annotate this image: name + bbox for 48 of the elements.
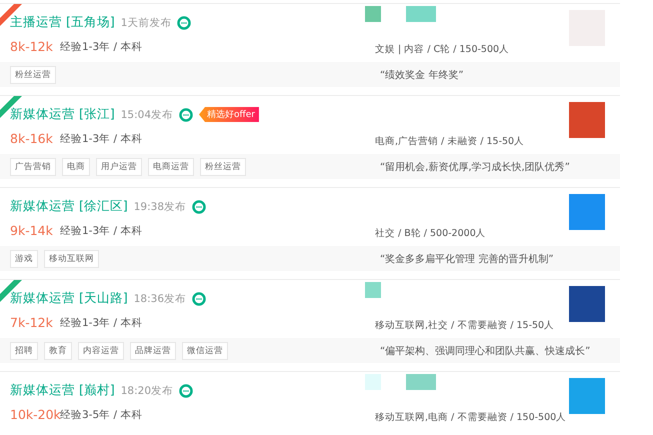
requirements: 经验1-3年 / 本科: [60, 316, 142, 330]
tag: 电商运营: [148, 158, 194, 176]
benefits: “留用机会,薪资优厚,学习成长快,团队优秀”: [379, 160, 570, 174]
tag: 移动互联网: [44, 250, 99, 268]
chat-icon[interactable]: [179, 108, 193, 122]
tag: 内容运营: [78, 342, 124, 360]
salary: 8k-16k: [10, 131, 54, 146]
tag: 微信运营: [182, 342, 228, 360]
company-info: 电商,广告营销 / 未融资 / 15-50人: [375, 135, 526, 148]
posted-time: 15:04发布: [120, 108, 173, 122]
job-card[interactable]: 主播运营 [五角场] 1天前发布 8k-12k 经验1-3年 / 本科 文娱 | 内容 / C轮 / 150-500人 粉丝运营 “绩效奖金 年终奖”: [0, 3, 620, 87]
benefits: “偏平架构、强调同理心和团队共赢、快速成长”: [379, 344, 590, 358]
chat-icon[interactable]: [177, 16, 192, 30]
salary: 8k-12k: [10, 39, 54, 54]
posted-time: 18:36发布: [134, 292, 186, 306]
tag: 游戏: [10, 250, 38, 268]
posted-time: 1天前发布: [120, 16, 172, 30]
tag: 品牌运营: [130, 342, 176, 360]
company-info: 社交 / B轮 / 500-2000人: [375, 227, 487, 240]
posted-time: 18:20发布: [120, 384, 173, 398]
offer-badge: 精选好offer: [199, 107, 259, 122]
chat-icon[interactable]: [192, 292, 206, 306]
tag: 用户运营: [96, 158, 142, 176]
requirements: 经验3-5年 / 本科: [60, 408, 142, 422]
job-card[interactable]: 新媒体运营 [巅村] 18:20发布 10k-20k经验3-5年 / 本科 移动互联网,电商 / 不需要融资 / 150-500人: [0, 371, 620, 430]
company-info: 移动互联网,社交 / 不需要融资 / 15-50人: [375, 319, 556, 332]
salary: 7k-12k: [10, 315, 54, 330]
tag: 粉丝运营: [200, 158, 246, 176]
benefits: “绩效奖金 年终奖”: [379, 68, 464, 82]
tag: 招聘: [10, 342, 38, 360]
salary: 9k-14k: [10, 223, 54, 238]
tag: 教育: [44, 342, 72, 360]
company-info: 移动互联网,电商 / 不需要融资 / 150-500人: [375, 411, 568, 424]
job-card[interactable]: 新媒体运营 [张江] 15:04发布 精选好offer 8k-16k 经验1-3年 / 本科 电商,广告营销 / 未融资 / 15-50人 广告营销 电商 用户运营 电商运营 粉丝运营 “留用机会,薪资优厚,学习成长快,团队优秀”: [0, 95, 620, 179]
job-card[interactable]: 新媒体运营 [徐汇区] 19:38发布 9k-14k 经验1-3年 / 本科 社交 / B轮 / 500-2000人 游戏 移动互联网 “奖金多多扁平化管理 完善的晋升机制”: [0, 187, 620, 271]
requirements: 经验1-3年 / 本科: [60, 40, 142, 54]
company-info: 文娱 | 内容 / C轮 / 150-500人: [375, 43, 510, 56]
tag: 电商: [62, 158, 90, 176]
salary: 10k-20k: [10, 407, 60, 422]
tag: 粉丝运营: [10, 66, 56, 84]
tag: 广告营销: [10, 158, 56, 176]
posted-time: 19:38发布: [134, 200, 186, 214]
benefits: “奖金多多扁平化管理 完善的晋升机制”: [379, 252, 554, 266]
chat-icon[interactable]: [192, 200, 206, 214]
chat-icon[interactable]: [179, 384, 193, 398]
requirements: 经验1-3年 / 本科: [60, 132, 142, 146]
requirements: 经验1-3年 / 本科: [60, 224, 142, 238]
job-card[interactable]: 新媒体运营 [天山路] 18:36发布 7k-12k 经验1-3年 / 本科 移动互联网,社交 / 不需要融资 / 15-50人 招聘 教育 内容运营 品牌运营 微信运营 “偏平架构、强调同理心和团队共赢、快速成长”: [0, 279, 620, 363]
